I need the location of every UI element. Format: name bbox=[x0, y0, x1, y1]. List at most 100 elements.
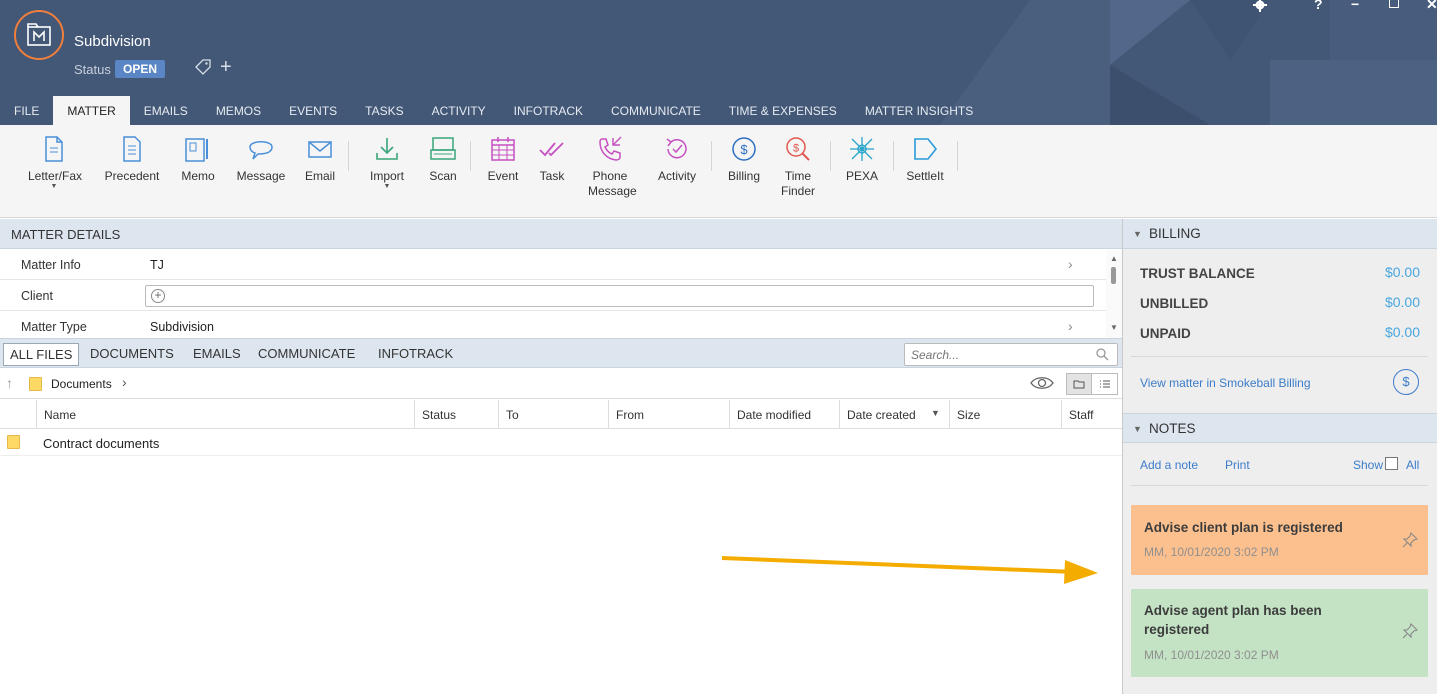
chevron-right-icon[interactable]: › bbox=[1068, 256, 1073, 272]
matter-info-row[interactable]: Matter Info TJ › bbox=[0, 249, 1106, 280]
right-side-panel: ▼ BILLING TRUST BALANCE $0.00 UNBILLED $… bbox=[1122, 219, 1437, 694]
tab-matter-insights[interactable]: MATTER INSIGHTS bbox=[851, 96, 987, 125]
event-label: Event bbox=[487, 169, 519, 183]
tab-all-files[interactable]: ALL FILES bbox=[3, 343, 80, 366]
pin-icon[interactable] bbox=[1402, 623, 1418, 639]
folder-view-button[interactable] bbox=[1067, 374, 1093, 394]
minimize-icon[interactable]: − bbox=[1351, 0, 1359, 12]
column-date-modified[interactable]: Date modified bbox=[729, 400, 840, 428]
tab-communicate[interactable]: COMMUNICATE bbox=[597, 96, 715, 125]
settleit-button[interactable]: SettleIt bbox=[905, 135, 945, 184]
unpaid-value[interactable]: $0.00 bbox=[1385, 324, 1420, 340]
tab-communicate-files[interactable]: COMMUNICATE bbox=[252, 343, 361, 366]
table-row[interactable]: Contract documents bbox=[0, 430, 1122, 456]
status-badge[interactable]: OPEN bbox=[115, 60, 166, 78]
precedent-button[interactable]: Precedent bbox=[104, 135, 160, 184]
scan-label: Scan bbox=[429, 169, 457, 183]
tab-emails[interactable]: EMAILS bbox=[130, 96, 202, 125]
download-icon bbox=[376, 138, 398, 160]
pin-icon[interactable] bbox=[1402, 532, 1418, 548]
matter-left-pane: MATTER DETAILS Matter Info TJ › Client +… bbox=[0, 219, 1122, 694]
files-search-box bbox=[904, 343, 1118, 366]
unbilled-row: UNBILLED $0.00 bbox=[1140, 294, 1420, 314]
column-name[interactable]: Name bbox=[36, 400, 415, 428]
tab-events[interactable]: EVENTS bbox=[275, 96, 351, 125]
tab-tasks[interactable]: TASKS bbox=[351, 96, 417, 125]
dollar-icon[interactable]: $ bbox=[1393, 369, 1419, 395]
column-size[interactable]: Size bbox=[949, 400, 1062, 428]
note-card[interactable]: Advise agent plan has been registered MM… bbox=[1131, 589, 1428, 677]
notes-header[interactable]: ▼ NOTES bbox=[1123, 413, 1437, 443]
trust-balance-value[interactable]: $0.00 bbox=[1385, 264, 1420, 280]
column-status[interactable]: Status bbox=[414, 400, 499, 428]
column-staff[interactable]: Staff bbox=[1061, 400, 1122, 428]
tab-emails-files[interactable]: EMAILS bbox=[187, 343, 247, 366]
note-card[interactable]: Advise client plan is registered MM, 10/… bbox=[1131, 505, 1428, 575]
file-name: Contract documents bbox=[43, 436, 160, 451]
email-button[interactable]: Email bbox=[302, 135, 338, 184]
memo-button[interactable]: Memo bbox=[179, 135, 217, 184]
print-link[interactable]: Print bbox=[1225, 458, 1250, 472]
add-note-link[interactable]: Add a note bbox=[1140, 458, 1198, 472]
eye-icon[interactable] bbox=[1030, 375, 1054, 391]
time-finder-label-2: Finder bbox=[780, 184, 815, 198]
tab-activity[interactable]: ACTIVITY bbox=[418, 96, 500, 125]
maximize-icon[interactable] bbox=[1389, 0, 1399, 8]
time-finder-button[interactable]: $ Time Finder bbox=[780, 135, 816, 199]
tab-memos[interactable]: MEMOS bbox=[202, 96, 275, 125]
add-client-plus-icon[interactable]: + bbox=[151, 289, 165, 303]
unbilled-value[interactable]: $0.00 bbox=[1385, 294, 1420, 310]
time-finder-label-1: Time bbox=[784, 169, 812, 183]
list-view-button[interactable] bbox=[1092, 374, 1117, 394]
collapse-triangle-icon: ▼ bbox=[1133, 424, 1142, 434]
task-button[interactable]: Task bbox=[537, 135, 567, 184]
tag-icon[interactable] bbox=[194, 58, 212, 79]
scroll-thumb[interactable] bbox=[1111, 267, 1116, 284]
breadcrumb: ↑ Documents › bbox=[0, 369, 1122, 399]
column-from[interactable]: From bbox=[608, 400, 730, 428]
column-to[interactable]: To bbox=[498, 400, 609, 428]
tab-matter[interactable]: MATTER bbox=[53, 96, 130, 125]
tab-documents[interactable]: DOCUMENTS bbox=[84, 343, 180, 366]
tab-infotrack-files[interactable]: INFOTRACK bbox=[372, 343, 459, 366]
files-search-input[interactable] bbox=[911, 345, 1091, 365]
search-icon[interactable] bbox=[1096, 348, 1109, 361]
help-icon[interactable]: ? bbox=[1314, 0, 1323, 12]
close-icon[interactable]: ✕ bbox=[1426, 0, 1437, 13]
letter-fax-button[interactable]: Letter/Fax ▼ bbox=[28, 135, 83, 190]
client-row: Client + bbox=[0, 280, 1106, 311]
tab-file[interactable]: FILE bbox=[0, 96, 53, 125]
envelope-icon bbox=[308, 141, 332, 158]
billing-button[interactable]: $ Billing bbox=[726, 135, 762, 184]
smokeball-billing-link[interactable]: View matter in Smokeball Billing bbox=[1140, 376, 1311, 390]
gear-icon[interactable] bbox=[1253, 0, 1267, 15]
unpaid-label: UNPAID bbox=[1140, 326, 1191, 341]
letter-fax-label: Letter/Fax bbox=[28, 169, 83, 183]
breadcrumb-documents[interactable]: Documents bbox=[51, 377, 112, 391]
message-label: Message bbox=[236, 169, 286, 183]
divider bbox=[1131, 356, 1428, 357]
client-field[interactable]: + bbox=[145, 285, 1094, 307]
event-button[interactable]: Event bbox=[486, 135, 520, 184]
pexa-button[interactable]: PEXA bbox=[845, 135, 879, 184]
message-button[interactable]: Message bbox=[236, 135, 286, 184]
scan-button[interactable]: Scan bbox=[428, 135, 458, 184]
matter-info-value: TJ bbox=[150, 258, 164, 272]
scroll-up-icon[interactable]: ▲ bbox=[1110, 254, 1118, 263]
activity-button[interactable]: Activity bbox=[656, 135, 698, 184]
activity-label: Activity bbox=[657, 169, 696, 183]
billing-header[interactable]: ▼ BILLING bbox=[1123, 219, 1437, 249]
tab-time-expenses[interactable]: TIME & EXPENSES bbox=[715, 96, 851, 125]
details-scrollbar[interactable]: ▲ ▼ bbox=[1106, 250, 1122, 338]
chevron-right-icon[interactable]: › bbox=[1068, 318, 1073, 334]
add-tag-plus-icon[interactable]: + bbox=[220, 57, 232, 77]
chevron-right-icon[interactable]: › bbox=[122, 374, 127, 390]
phone-message-button[interactable]: Phone Message bbox=[588, 135, 637, 199]
settleit-label: SettleIt bbox=[906, 169, 944, 183]
scroll-down-icon[interactable]: ▼ bbox=[1110, 323, 1118, 332]
import-button[interactable]: Import ▼ bbox=[366, 135, 408, 190]
up-arrow-icon[interactable]: ↑ bbox=[6, 375, 13, 391]
show-all-checkbox[interactable] bbox=[1385, 457, 1398, 470]
tab-infotrack[interactable]: INFOTRACK bbox=[500, 96, 597, 125]
column-date-created[interactable]: Date created ▼ bbox=[839, 400, 949, 428]
